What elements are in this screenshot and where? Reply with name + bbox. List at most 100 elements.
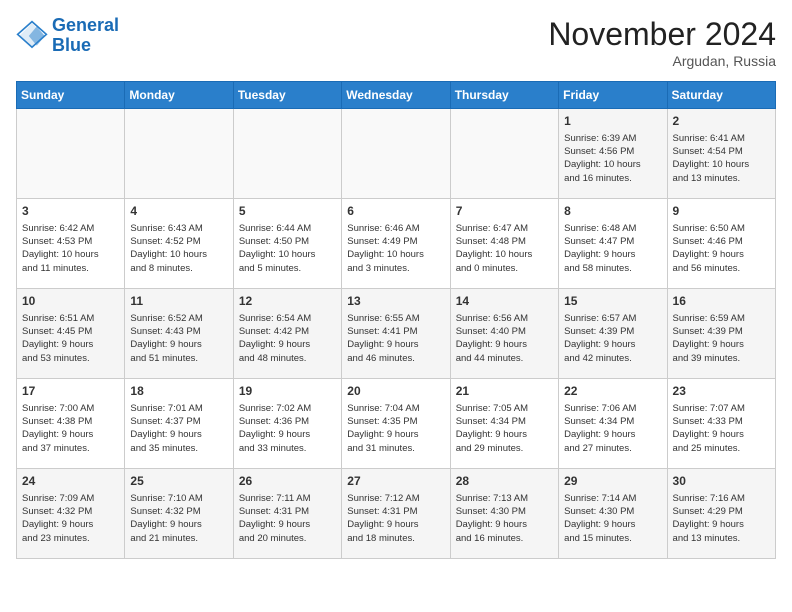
- day-info: Daylight: 9 hours: [130, 428, 227, 441]
- weekday-header-cell: Sunday: [17, 82, 125, 109]
- day-number: 8: [564, 203, 661, 220]
- calendar-cell: 6Sunrise: 6:46 AMSunset: 4:49 PMDaylight…: [342, 199, 450, 289]
- calendar-cell: 26Sunrise: 7:11 AMSunset: 4:31 PMDayligh…: [233, 469, 341, 559]
- calendar-cell: 8Sunrise: 6:48 AMSunset: 4:47 PMDaylight…: [559, 199, 667, 289]
- day-info: Daylight: 10 hours: [673, 158, 770, 171]
- day-info: and 46 minutes.: [347, 352, 444, 365]
- calendar-week-row: 24Sunrise: 7:09 AMSunset: 4:32 PMDayligh…: [17, 469, 776, 559]
- day-info: and 15 minutes.: [564, 532, 661, 545]
- day-info: Daylight: 9 hours: [22, 518, 119, 531]
- day-info: Daylight: 9 hours: [239, 338, 336, 351]
- day-number: 20: [347, 383, 444, 400]
- calendar-cell: [342, 109, 450, 199]
- day-info: Sunrise: 7:00 AM: [22, 402, 119, 415]
- day-info: Sunrise: 7:14 AM: [564, 492, 661, 505]
- day-number: 27: [347, 473, 444, 490]
- day-info: Sunrise: 7:04 AM: [347, 402, 444, 415]
- day-info: Daylight: 9 hours: [673, 338, 770, 351]
- day-number: 12: [239, 293, 336, 310]
- day-number: 1: [564, 113, 661, 130]
- day-info: Sunrise: 6:54 AM: [239, 312, 336, 325]
- weekday-header-cell: Thursday: [450, 82, 558, 109]
- day-info: Sunset: 4:30 PM: [564, 505, 661, 518]
- calendar-cell: 7Sunrise: 6:47 AMSunset: 4:48 PMDaylight…: [450, 199, 558, 289]
- calendar-cell: 29Sunrise: 7:14 AMSunset: 4:30 PMDayligh…: [559, 469, 667, 559]
- day-number: 26: [239, 473, 336, 490]
- day-info: Sunset: 4:50 PM: [239, 235, 336, 248]
- calendar-cell: 9Sunrise: 6:50 AMSunset: 4:46 PMDaylight…: [667, 199, 775, 289]
- day-info: Sunset: 4:42 PM: [239, 325, 336, 338]
- calendar-cell: 4Sunrise: 6:43 AMSunset: 4:52 PMDaylight…: [125, 199, 233, 289]
- day-info: and 29 minutes.: [456, 442, 553, 455]
- day-info: Sunrise: 6:43 AM: [130, 222, 227, 235]
- day-info: and 5 minutes.: [239, 262, 336, 275]
- day-info: and 21 minutes.: [130, 532, 227, 545]
- calendar-cell: 2Sunrise: 6:41 AMSunset: 4:54 PMDaylight…: [667, 109, 775, 199]
- day-number: 9: [673, 203, 770, 220]
- day-info: and 58 minutes.: [564, 262, 661, 275]
- day-info: Daylight: 9 hours: [130, 338, 227, 351]
- weekday-header-cell: Tuesday: [233, 82, 341, 109]
- page-header: General Blue November 2024 Argudan, Russ…: [16, 16, 776, 69]
- day-number: 18: [130, 383, 227, 400]
- day-info: Sunset: 4:49 PM: [347, 235, 444, 248]
- calendar-week-row: 17Sunrise: 7:00 AMSunset: 4:38 PMDayligh…: [17, 379, 776, 469]
- day-number: 21: [456, 383, 553, 400]
- day-info: Sunset: 4:38 PM: [22, 415, 119, 428]
- calendar-cell: 10Sunrise: 6:51 AMSunset: 4:45 PMDayligh…: [17, 289, 125, 379]
- weekday-header-cell: Saturday: [667, 82, 775, 109]
- day-info: Sunrise: 6:52 AM: [130, 312, 227, 325]
- day-info: Daylight: 9 hours: [347, 428, 444, 441]
- calendar-cell: 11Sunrise: 6:52 AMSunset: 4:43 PMDayligh…: [125, 289, 233, 379]
- day-info: Sunrise: 7:02 AM: [239, 402, 336, 415]
- day-number: 30: [673, 473, 770, 490]
- calendar-body: 1Sunrise: 6:39 AMSunset: 4:56 PMDaylight…: [17, 109, 776, 559]
- day-info: Sunrise: 6:56 AM: [456, 312, 553, 325]
- day-number: 16: [673, 293, 770, 310]
- calendar-cell: 23Sunrise: 7:07 AMSunset: 4:33 PMDayligh…: [667, 379, 775, 469]
- day-info: Daylight: 9 hours: [564, 428, 661, 441]
- day-info: and 0 minutes.: [456, 262, 553, 275]
- day-info: Sunrise: 6:47 AM: [456, 222, 553, 235]
- day-info: Sunrise: 6:55 AM: [347, 312, 444, 325]
- calendar-week-row: 10Sunrise: 6:51 AMSunset: 4:45 PMDayligh…: [17, 289, 776, 379]
- calendar-cell: 3Sunrise: 6:42 AMSunset: 4:53 PMDaylight…: [17, 199, 125, 289]
- day-info: Sunrise: 7:12 AM: [347, 492, 444, 505]
- day-number: 4: [130, 203, 227, 220]
- day-info: Sunset: 4:34 PM: [564, 415, 661, 428]
- calendar-cell: 18Sunrise: 7:01 AMSunset: 4:37 PMDayligh…: [125, 379, 233, 469]
- day-number: 10: [22, 293, 119, 310]
- day-info: Daylight: 9 hours: [673, 428, 770, 441]
- day-info: Daylight: 9 hours: [22, 338, 119, 351]
- day-info: Sunrise: 6:46 AM: [347, 222, 444, 235]
- day-info: Sunset: 4:47 PM: [564, 235, 661, 248]
- day-info: Sunset: 4:40 PM: [456, 325, 553, 338]
- day-number: 5: [239, 203, 336, 220]
- calendar-cell: 1Sunrise: 6:39 AMSunset: 4:56 PMDaylight…: [559, 109, 667, 199]
- day-info: Sunset: 4:36 PM: [239, 415, 336, 428]
- day-info: Sunset: 4:39 PM: [673, 325, 770, 338]
- day-info: Sunset: 4:31 PM: [347, 505, 444, 518]
- day-info: Sunrise: 7:01 AM: [130, 402, 227, 415]
- weekday-header-cell: Monday: [125, 82, 233, 109]
- calendar-cell: [233, 109, 341, 199]
- day-info: Sunrise: 7:16 AM: [673, 492, 770, 505]
- day-info: and 16 minutes.: [564, 172, 661, 185]
- calendar-cell: 5Sunrise: 6:44 AMSunset: 4:50 PMDaylight…: [233, 199, 341, 289]
- day-info: Daylight: 9 hours: [456, 428, 553, 441]
- day-info: Sunset: 4:35 PM: [347, 415, 444, 428]
- calendar-cell: 14Sunrise: 6:56 AMSunset: 4:40 PMDayligh…: [450, 289, 558, 379]
- weekday-header-cell: Wednesday: [342, 82, 450, 109]
- logo-text: General Blue: [52, 16, 119, 56]
- day-info: and 16 minutes.: [456, 532, 553, 545]
- calendar-cell: [450, 109, 558, 199]
- calendar-week-row: 3Sunrise: 6:42 AMSunset: 4:53 PMDaylight…: [17, 199, 776, 289]
- day-info: Daylight: 10 hours: [564, 158, 661, 171]
- calendar-cell: 13Sunrise: 6:55 AMSunset: 4:41 PMDayligh…: [342, 289, 450, 379]
- day-number: 15: [564, 293, 661, 310]
- day-number: 14: [456, 293, 553, 310]
- day-info: and 13 minutes.: [673, 172, 770, 185]
- day-info: Daylight: 9 hours: [564, 338, 661, 351]
- calendar-cell: 22Sunrise: 7:06 AMSunset: 4:34 PMDayligh…: [559, 379, 667, 469]
- day-info: and 20 minutes.: [239, 532, 336, 545]
